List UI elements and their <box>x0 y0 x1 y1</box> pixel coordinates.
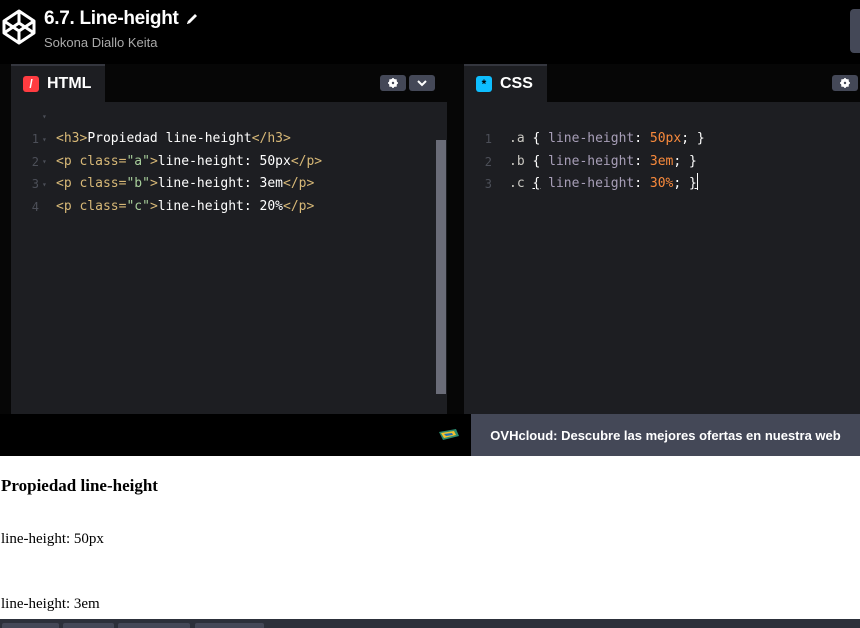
gear-icon <box>388 78 398 88</box>
css-editor-pane: * CSS 1 .a { line-height: 50px; } 2 .b { l… <box>464 64 860 414</box>
ad-bar: OVHcloud: Descubre las mejores ofertas e… <box>0 414 860 456</box>
code-line: 3 ▾ <p class="b">line-height: 3em</p> <box>11 151 447 191</box>
result-preview: Propiedad line-height line-height: 50px … <box>0 456 860 619</box>
code-line: 2 ▾ <p class="a">line-height: 50px</p> <box>11 129 447 169</box>
bottom-button-3[interactable] <box>118 623 190 628</box>
code-line: 4 ▾ <p class="c">line-height: 20%</p> <box>11 174 447 214</box>
code-line: 1 ▾ <h3>Propiedad line-height</h3> <box>11 106 447 146</box>
codepen-logo-icon[interactable] <box>1 8 37 46</box>
html-editor-scrollbar[interactable] <box>436 140 446 394</box>
preview-heading: Propiedad line-height <box>1 476 158 495</box>
preview-paragraph-b: line-height: 3em <box>1 596 100 612</box>
html-editor-pane: / HTML 1 ▾ <h3>Propiedad line-height</h3> <box>11 64 447 414</box>
fold-arrow-icon[interactable]: ▾ <box>42 174 47 196</box>
ad-link[interactable]: OVHcloud: Descubre las mejores ofertas e… <box>471 414 860 456</box>
code-line: 2 .b { line-height: 3em; } <box>484 154 697 169</box>
editors-area: / HTML 1 ▾ <h3>Propiedad line-height</h3> <box>0 64 860 414</box>
html-code-area[interactable]: 1 ▾ <h3>Propiedad line-height</h3> 2 ▾ <p cl… <box>11 102 447 414</box>
fold-arrow-icon[interactable]: ▾ <box>42 129 47 151</box>
bottom-button-2[interactable] <box>63 623 114 628</box>
html-settings-button[interactable] <box>380 75 406 91</box>
fold-arrow-icon[interactable]: ▾ <box>42 151 47 173</box>
bottom-button-1[interactable] <box>2 623 59 628</box>
text-cursor <box>696 173 698 190</box>
css-tab-icon: * <box>476 76 492 92</box>
code-line: 1 .a { line-height: 50px; } <box>484 131 705 146</box>
html-editor-header: / HTML <box>11 64 447 102</box>
ad-text: OVHcloud: Descubre las mejores ofertas e… <box>490 427 841 443</box>
html-tab-label: HTML <box>47 75 92 92</box>
bottom-toolbar <box>0 619 860 628</box>
tab-css[interactable]: * CSS <box>464 64 547 102</box>
gear-icon <box>840 78 850 88</box>
css-code-area[interactable]: 1 .a { line-height: 50px; } 2 .b { line-he… <box>464 102 860 414</box>
html-tab-icon: / <box>23 76 39 92</box>
bottom-button-4[interactable] <box>195 623 264 628</box>
css-editor-header: * CSS <box>464 64 860 102</box>
chevron-down-icon <box>417 80 427 87</box>
top-header: 6.7. Line-height Sokona Diallo Keita <box>0 0 860 64</box>
code-line: 3 .c { line-height: 30%; } <box>464 151 860 191</box>
header-action-button[interactable] <box>850 9 860 53</box>
ad-logo-icon[interactable] <box>438 428 460 442</box>
css-settings-button[interactable] <box>832 75 858 91</box>
pencil-icon[interactable] <box>185 12 199 26</box>
html-collapse-button[interactable] <box>409 75 435 91</box>
pen-title[interactable]: 6.7. Line-height <box>44 8 179 30</box>
preview-paragraph-a: line-height: 50px <box>1 531 104 547</box>
tab-html[interactable]: / HTML <box>11 64 106 102</box>
author-name[interactable]: Sokona Diallo Keita <box>44 35 157 50</box>
css-tab-label: CSS <box>500 75 533 92</box>
fold-arrow-icon[interactable]: ▾ <box>42 106 47 128</box>
